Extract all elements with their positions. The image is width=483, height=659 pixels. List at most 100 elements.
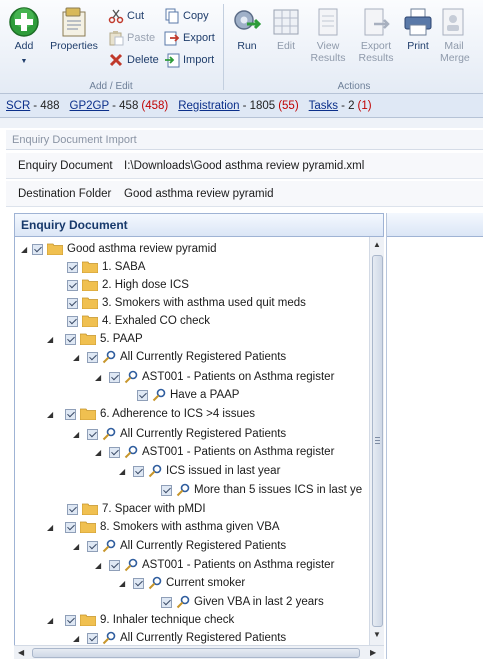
collapse-arrow-icon[interactable]: ◢ [47, 410, 56, 419]
view-results-label: View Results [310, 40, 346, 64]
tree-node[interactable]: ◢ All Currently Registered Patients [73, 628, 286, 645]
tree-node[interactable]: ◢ 5. PAAP [47, 329, 143, 349]
checkbox[interactable] [67, 297, 78, 309]
vertical-scrollbar[interactable]: ▲ ▼ [369, 237, 384, 645]
checkbox[interactable] [65, 333, 76, 345]
cut-button[interactable]: Cut [108, 6, 144, 26]
checkbox[interactable] [87, 351, 98, 363]
copy-icon [165, 8, 179, 24]
tree-node[interactable]: ◢ Current smoker [119, 573, 245, 593]
scroll-right-arrow-icon[interactable]: ▶ [370, 648, 376, 657]
tree-node[interactable]: ◢ 8. Smokers with asthma given VBA [47, 517, 280, 537]
tree-node[interactable]: ◢ AST001 - Patients on Asthma register [95, 442, 334, 462]
tree-node[interactable]: Given VBA in last 2 years [161, 592, 324, 612]
horizontal-scrollbar[interactable]: ◀ ▶ [14, 645, 384, 659]
collapse-arrow-icon[interactable]: ◢ [47, 335, 56, 344]
tree-node[interactable]: ◢ All Currently Registered Patients [73, 536, 286, 556]
destination-folder-field[interactable] [122, 183, 483, 204]
collapse-arrow-icon[interactable]: ◢ [73, 634, 82, 643]
tree-node[interactable]: 7. Spacer with pMDI [67, 499, 206, 519]
collapse-arrow-icon[interactable]: ◢ [95, 373, 104, 382]
paste-button[interactable]: Paste [108, 28, 155, 48]
tree-node[interactable]: ◢ All Currently Registered Patients [73, 347, 286, 367]
collapse-arrow-icon[interactable]: ◢ [47, 616, 56, 625]
tree-node[interactable]: 1. SABA [67, 257, 145, 277]
collapse-arrow-icon[interactable]: ◢ [73, 353, 82, 362]
folder-icon [82, 503, 98, 515]
tree-node-label: 4. Exhaled CO check [102, 315, 211, 327]
tree-node[interactable]: ◢ AST001 - Patients on Asthma register [95, 555, 334, 575]
checkbox[interactable] [133, 577, 144, 589]
collapse-arrow-icon[interactable]: ◢ [95, 561, 104, 570]
checkbox[interactable] [65, 614, 76, 626]
tree-node-label: 9. Inhaler technique check [100, 614, 235, 626]
enquiry-document-tree: ◢ Good asthma review pyramid 1. SABA 2. … [14, 237, 384, 645]
tree-node[interactable]: ◢ 6. Adherence to ICS >4 issues [47, 404, 255, 424]
mail-merge-button[interactable]: Mail Merge [437, 4, 471, 68]
gp2gp-count: - 458 [112, 99, 139, 112]
tree-node[interactable]: 4. Exhaled CO check [67, 311, 210, 331]
tree-node-label: Have a PAAP [170, 389, 240, 401]
copy-button[interactable]: Copy [164, 6, 209, 26]
registration-link[interactable]: Registration [178, 100, 239, 112]
checkbox[interactable] [67, 503, 78, 515]
vertical-scroll-thumb[interactable] [372, 255, 383, 627]
collapse-arrow-icon[interactable]: ◢ [73, 542, 82, 551]
tree-node[interactable]: ◢ ICS issued in last year [119, 461, 280, 481]
collapse-arrow-icon[interactable]: ◢ [47, 523, 56, 532]
checkbox[interactable] [109, 446, 120, 458]
checkbox[interactable] [65, 408, 76, 420]
tasks-link[interactable]: Tasks [309, 100, 338, 112]
cut-label: Cut [127, 10, 145, 22]
properties-button[interactable]: Properties [46, 4, 102, 68]
scroll-left-arrow-icon[interactable]: ◀ [18, 648, 24, 657]
tree-node[interactable]: ◢ AST001 - Patients on Asthma register [95, 367, 334, 387]
checkbox[interactable] [109, 559, 120, 571]
print-button[interactable]: Print [401, 4, 435, 68]
tree-node[interactable]: Have a PAAP [137, 385, 239, 405]
checkbox[interactable] [67, 261, 78, 273]
checkbox[interactable] [161, 484, 172, 496]
tree-node[interactable]: ◢ 9. Inhaler technique check [47, 610, 234, 630]
checkbox[interactable] [67, 315, 78, 327]
scr-link[interactable]: SCR [6, 100, 30, 112]
collapse-arrow-icon[interactable]: ◢ [21, 245, 30, 254]
gp2gp-link[interactable]: GP2GP [70, 100, 110, 112]
actions-group-label: Actions [337, 81, 371, 92]
enquiry-document-field[interactable] [122, 155, 483, 176]
collapse-arrow-icon[interactable]: ◢ [119, 467, 128, 476]
scroll-down-arrow-icon[interactable]: ▼ [373, 630, 381, 639]
checkbox[interactable] [32, 243, 43, 255]
edit-button[interactable]: Edit [269, 4, 303, 68]
collapse-arrow-icon[interactable]: ◢ [119, 579, 128, 588]
checkbox[interactable] [137, 389, 148, 401]
checkbox[interactable] [133, 465, 144, 477]
checkbox[interactable] [161, 596, 172, 608]
checkbox[interactable] [87, 540, 98, 552]
scroll-up-arrow-icon[interactable]: ▲ [373, 240, 381, 249]
export-button[interactable]: Export [164, 28, 215, 48]
delete-button[interactable]: Delete [108, 50, 159, 70]
tree-node[interactable]: 2. High dose ICS [67, 275, 189, 295]
run-button[interactable]: Run [227, 4, 267, 68]
checkbox[interactable] [87, 428, 98, 440]
export-results-button[interactable]: Export Results [353, 4, 399, 68]
search-key-icon [124, 445, 138, 459]
checkbox[interactable] [65, 521, 76, 533]
tree-node[interactable]: ◢ All Currently Registered Patients [73, 424, 286, 444]
tree-node[interactable]: More than 5 issues ICS in last ye [161, 480, 362, 500]
grip-line [375, 437, 380, 438]
checkbox[interactable] [67, 279, 78, 291]
checkbox[interactable] [87, 632, 98, 644]
collapse-arrow-icon[interactable]: ◢ [95, 448, 104, 457]
collapse-arrow-icon[interactable]: ◢ [73, 430, 82, 439]
search-key-icon [102, 350, 116, 364]
view-results-button[interactable]: View Results [305, 4, 351, 68]
import-button[interactable]: Import [164, 50, 214, 70]
add-button[interactable]: Add ▼ [4, 4, 44, 68]
clipboard-icon [109, 31, 124, 46]
tree-node[interactable]: ◢ Good asthma review pyramid [21, 239, 217, 259]
checkbox[interactable] [109, 371, 120, 383]
tree-node[interactable]: 3. Smokers with asthma used quit meds [67, 293, 306, 313]
horizontal-scroll-thumb[interactable] [32, 648, 360, 658]
